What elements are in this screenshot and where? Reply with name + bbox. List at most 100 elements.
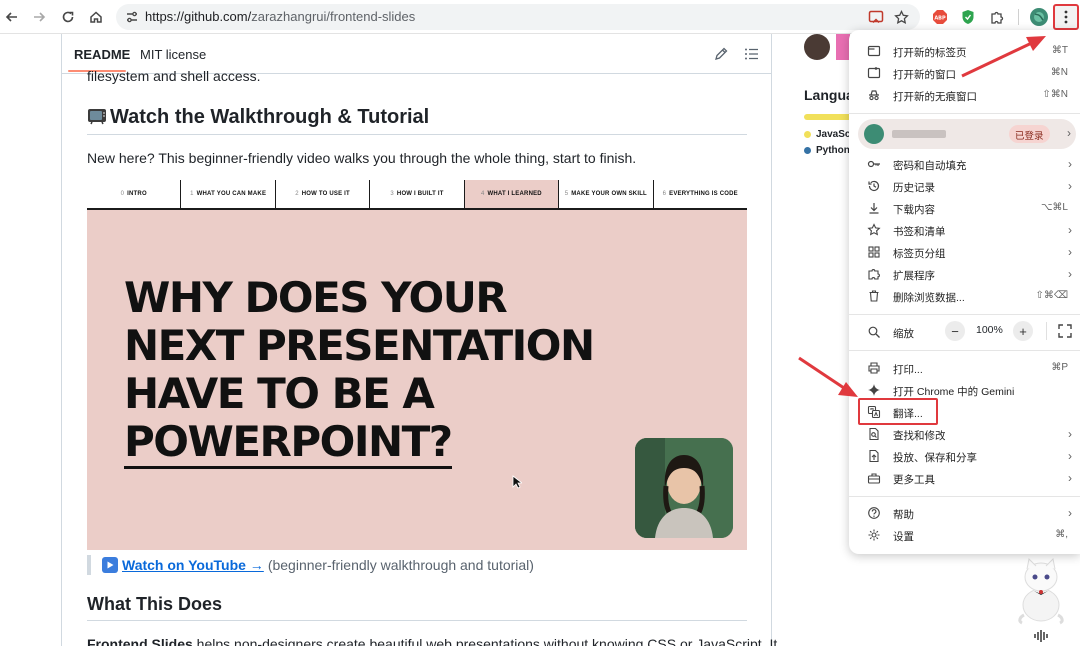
extensions-button[interactable] [987,7,1007,27]
menu-profile-row[interactable]: 已登录 › [858,119,1076,149]
zoom-controls: − 100% + [943,320,1039,342]
description-paragraph: Frontend Slides helps non-designers crea… [87,636,777,646]
blockquote-bar [87,555,91,575]
menu-shortcut: ⇧⌘⌫ [1035,290,1068,301]
shield-extension[interactable] [958,7,978,27]
svg-text:ABP: ABP [934,16,946,22]
tab-license[interactable]: MIT license [140,47,206,62]
menu-more-tools[interactable]: 更多工具 › [849,467,1080,489]
language-item-python: Python [804,145,850,156]
zoom-in-button[interactable]: + [1013,321,1033,341]
profile-name-redacted [892,130,946,138]
zoom-icon [868,326,880,338]
video-chapter[interactable]: 2 HOW TO USE IT [276,180,371,208]
menu-label: 帮助 [893,509,914,521]
chevron-right-icon: › [1068,157,1072,171]
fullscreen-icon[interactable] [1057,323,1073,339]
chapter-number: 1 [190,191,194,197]
history-icon [868,180,880,192]
walkthrough-heading: Watch the Walkthrough & Tutorial [110,106,430,128]
chevron-right-icon: › [1067,126,1071,140]
video-chapter[interactable]: 4 WHAT I LEARNED [464,180,560,208]
menu-label: 查找和修改 [893,430,946,442]
back-button[interactable] [0,5,24,29]
menu-label: 投放、保存和分享 [893,452,977,464]
menu-label: 标签页分组 [893,248,946,260]
menu-new-window[interactable]: 打开新的窗口 ⌘N [849,62,1080,84]
content-border-right [771,34,772,646]
cast-tab-button[interactable] [866,7,886,27]
menu-label: 密码和自动填充 [893,160,967,172]
chapter-number: 5 [564,191,569,197]
signed-in-badge: 已登录 [1009,125,1050,143]
menu-cast-save-share[interactable]: 投放、保存和分享 › [849,445,1080,467]
video-chapter[interactable]: 1 WHAT YOU CAN MAKE [181,180,276,208]
find-page-icon [869,427,879,441]
tab-readme[interactable]: README [74,47,130,62]
kebab-menu-icon [1064,10,1068,24]
menu-passwords[interactable]: 密码和自动填充 › [849,153,1080,175]
adblock-icon: ABP [933,10,947,24]
heading-rule-2 [87,620,747,621]
video-headline: WHY DOES YOUR NEXT PRESENTATION HAVE TO … [124,274,644,469]
menu-settings[interactable]: 设置 ⌘, [849,524,1080,546]
video-chapter[interactable]: 0 INTRO [87,180,182,208]
menu-separator [849,350,1080,351]
menu-extensions[interactable]: 扩展程序 › [849,263,1080,285]
contributor-avatar-2[interactable] [836,34,850,60]
profile-avatar-icon [1030,8,1048,26]
forward-button[interactable] [27,5,51,29]
puzzle-icon [990,11,1003,24]
star-icon [893,9,909,24]
menu-find-edit[interactable]: 查找和修改 › [849,423,1080,445]
menu-new-tab[interactable]: 打开新的标签页 ⌘T [849,40,1080,62]
home-button[interactable] [84,5,108,29]
video-thumbnail[interactable]: 0 INTRO 1 WHAT YOU CAN MAKE 2 HOW TO USE IT 3 H… [87,180,747,550]
address-bar[interactable]: https://github.com/zarazhangrui/frontend… [116,4,920,30]
chrome-menu-button[interactable] [1053,4,1079,30]
share-file-icon [869,449,879,463]
video-chapter[interactable]: 5 MAKE YOUR OWN SKILL [559,180,654,208]
gear-icon [868,529,880,541]
video-chapter-bar: 0 INTRO 1 WHAT YOU CAN MAKE 2 HOW TO USE IT 3 H… [87,180,747,210]
video-chapter[interactable]: 6 EVERYTHING IS CODE [654,180,747,208]
outline-list-icon[interactable] [744,46,760,62]
menu-clear-data[interactable]: 删除浏览数据... ⇧⌘⌫ [849,285,1080,307]
menu-print[interactable]: 打印... ⌘P [849,357,1080,379]
video-chapter[interactable]: 3 HOW I BUILT IT [370,180,465,208]
menu-help[interactable]: 帮助 › [849,502,1080,524]
zoom-value: 100% [976,324,1003,336]
menu-label: 书签和清单 [893,226,946,238]
adblock-extension[interactable]: ABP [930,7,950,27]
chapter-label: WHAT I LEARNED [487,191,542,197]
toolbox-icon [867,473,881,484]
trash-icon [869,290,879,302]
reload-button[interactable] [56,5,80,29]
printer-icon [868,362,880,374]
menu-label: 打开新的无痕窗口 [893,91,977,103]
content-border-left [61,34,62,646]
watch-on-youtube-link[interactable]: Watch on YouTube → [122,557,264,573]
play-button-icon [102,557,118,573]
language-item-js: JavaSc [804,129,850,140]
menu-downloads[interactable]: 下载内容 ⌥⌘L [849,197,1080,219]
gemini-sparkle-icon [868,384,880,396]
zoom-out-button[interactable]: − [945,321,965,341]
menu-incognito[interactable]: 打开新的无痕窗口 ⇧⌘N [849,84,1080,106]
menu-tab-groups[interactable]: 标签页分组 › [849,241,1080,263]
menu-separator [849,314,1080,315]
bookmark-star-button[interactable] [891,7,911,27]
audio-wave-icon[interactable] [1032,627,1050,645]
chapter-label: MAKE YOUR OWN SKILL [571,191,647,197]
language-dot [804,147,811,154]
edit-pencil-icon[interactable] [713,46,729,62]
headline-line-2: NEXT PRESENTATION [124,321,595,370]
contributor-avatar[interactable] [804,34,830,60]
menu-shortcut: ⌘P [1051,362,1068,373]
site-info-icon[interactable] [124,9,140,25]
profile-avatar-button[interactable] [1029,7,1049,27]
menu-bookmarks[interactable]: 书签和清单 › [849,219,1080,241]
menu-history[interactable]: 历史记录 › [849,175,1080,197]
menu-label: 缩放 [893,328,914,340]
shield-icon [962,10,974,24]
